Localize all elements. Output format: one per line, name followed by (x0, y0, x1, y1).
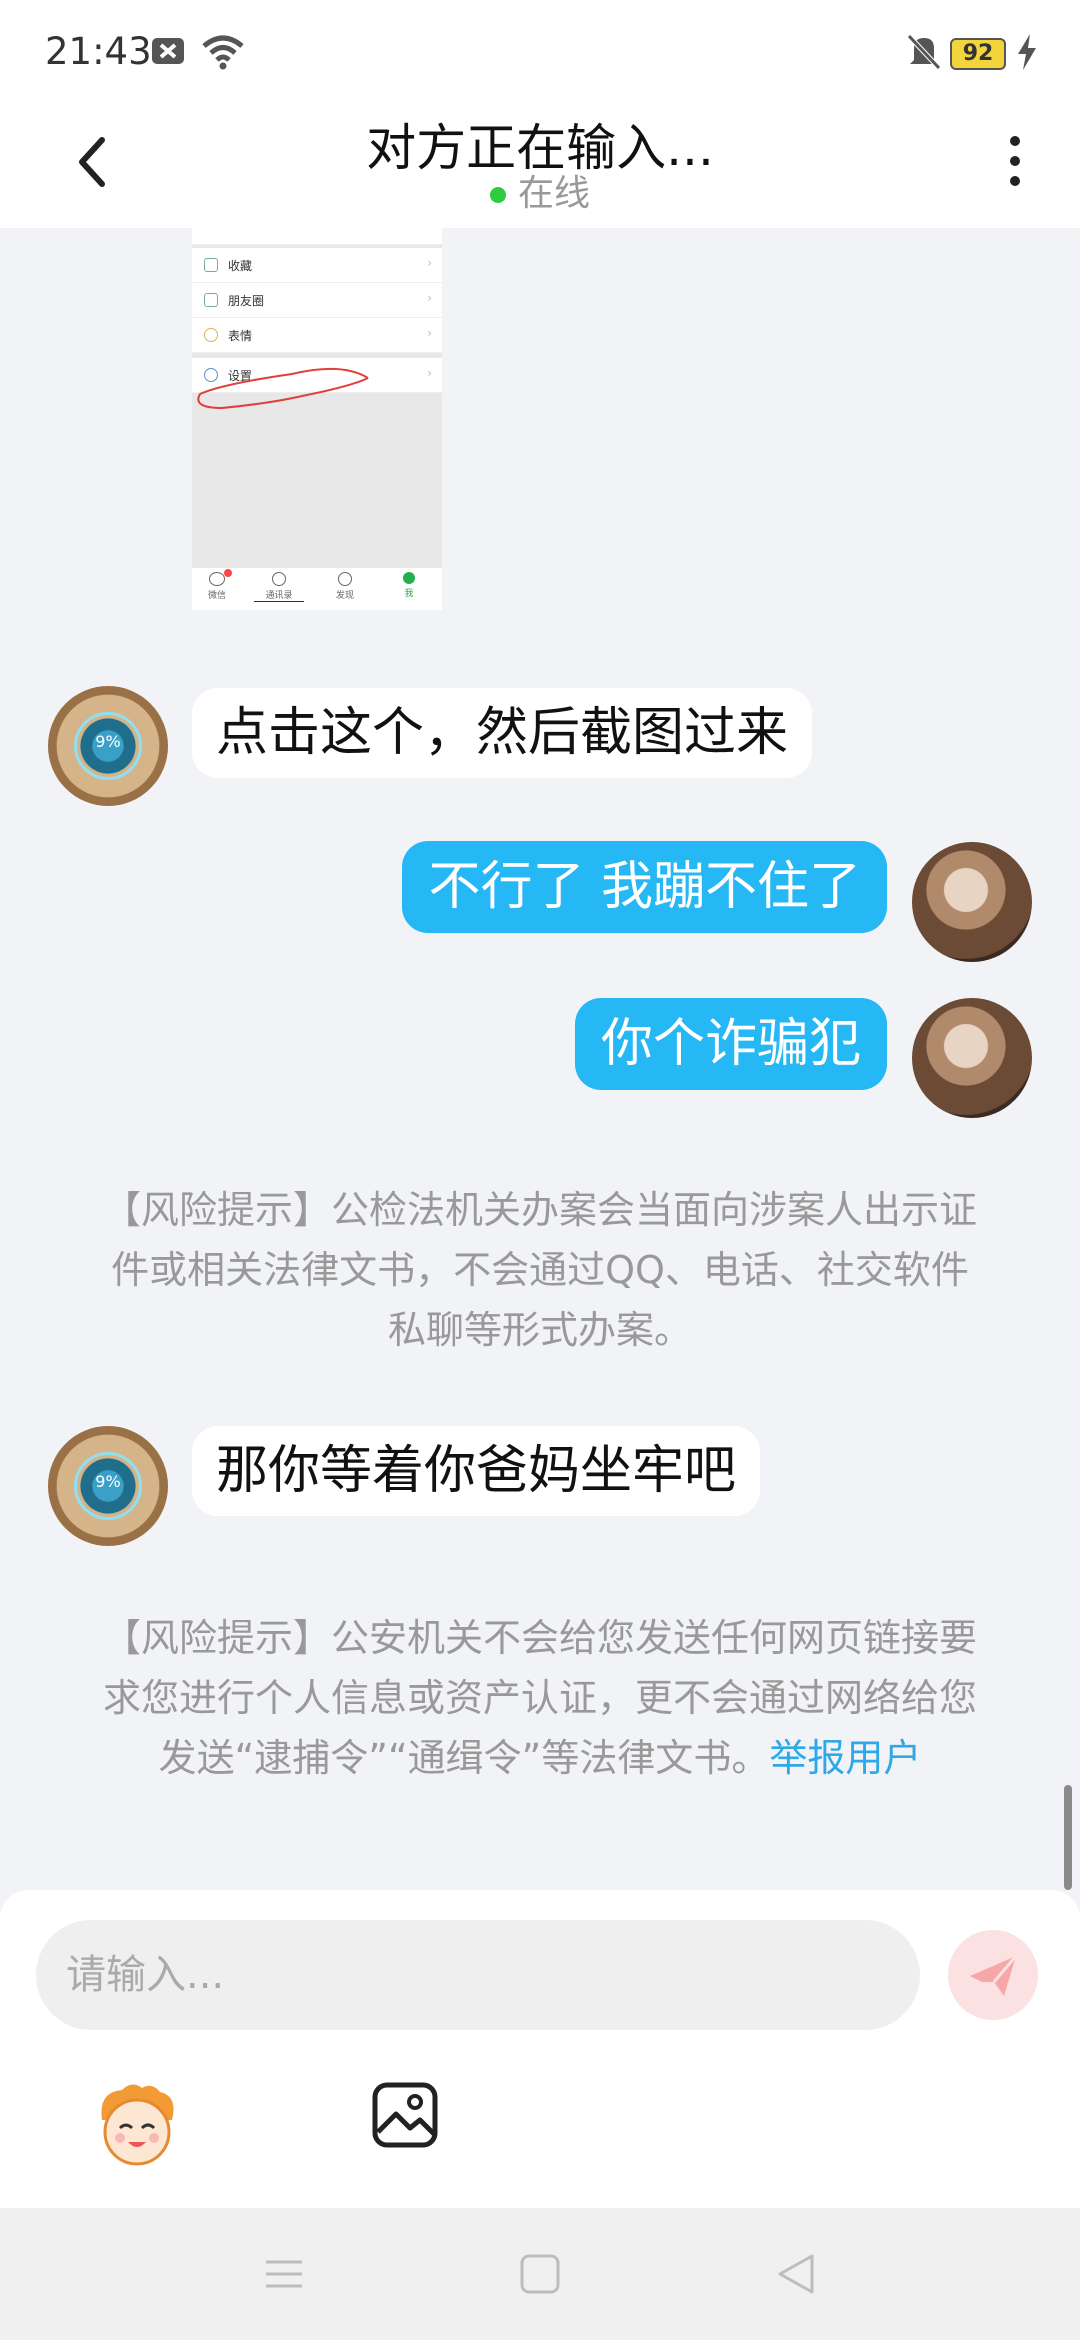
screenshot-tab-bar: 微信 通讯录 发现 我 (192, 568, 442, 610)
my-avatar[interactable] (912, 998, 1032, 1118)
screenshot-menu-item: 表情 › (192, 318, 442, 353)
screenshot-tab: 通讯录 (254, 572, 304, 602)
chat-messages[interactable]: 收藏 › 朋友圈 › 表情 › 设置 › 微信 通讯录 发现 我 9% 点击这个，然后截… (0, 228, 1080, 1890)
risk-warning: 【风险提示】公安机关不会给您发送任何网页链接要求您进行个人信息或资产认证，更不会… (102, 1616, 977, 1780)
screenshot-tab: 微信 (192, 569, 242, 601)
screenshot-menu-item: 朋友圈 › (192, 283, 442, 318)
incoming-message-bubble[interactable]: 点击这个，然后截图过来 (192, 688, 813, 778)
message-input[interactable] (36, 1920, 920, 2030)
battery-indicator: 92 (950, 38, 1006, 70)
more-options-button[interactable] (990, 126, 1040, 196)
risk-warning: 【风险提示】公检法机关办案会当面向涉案人出示证件或相关法律文书，不会通过QQ、电… (102, 1188, 977, 1352)
incoming-message-bubble[interactable]: 那你等着你爸妈坐牢吧 (192, 1426, 761, 1516)
screenshot-tab: 发现 (320, 572, 370, 601)
send-button[interactable] (948, 1930, 1038, 2020)
screenshot-menu-item: 收藏 › (192, 248, 442, 283)
online-status-label: 在线 (517, 173, 590, 214)
input-panel (0, 1890, 1080, 2208)
report-user-link[interactable]: 举报用户 (769, 1736, 921, 1780)
notification-icon (152, 38, 184, 64)
red-circle-annotation (197, 367, 369, 410)
outgoing-message-bubble[interactable]: 你个诈骗犯 (574, 998, 887, 1090)
online-dot (489, 187, 506, 203)
status-bar: 21:43 92 (0, 0, 1080, 108)
mute-icon (907, 34, 941, 70)
contact-avatar[interactable]: 9% (48, 1426, 168, 1546)
scrollbar[interactable] (1064, 1785, 1072, 1890)
online-status: 在线 (0, 164, 1080, 216)
image-picker-button[interactable] (370, 2080, 440, 2150)
emoji-button[interactable] (92, 2080, 182, 2170)
status-time: 21:43 (45, 30, 152, 73)
screenshot-image-message[interactable]: 收藏 › 朋友圈 › 表情 › 设置 › 微信 通讯录 发现 我 (192, 228, 442, 610)
wifi-icon (202, 35, 244, 70)
my-avatar[interactable] (912, 842, 1032, 962)
charging-icon (1018, 34, 1036, 70)
back-icon[interactable] (774, 2252, 818, 2296)
outgoing-message-bubble[interactable]: 不行了 我蹦不住了 (402, 841, 887, 933)
system-navigation-bar (0, 2208, 1080, 2340)
chat-header: 对方正在输入... 在线 (0, 108, 1080, 228)
home-icon[interactable] (518, 2252, 562, 2296)
screenshot-tab: 我 (384, 572, 434, 599)
contact-avatar[interactable]: 9% (48, 686, 168, 806)
menu-icon[interactable] (262, 2252, 306, 2296)
